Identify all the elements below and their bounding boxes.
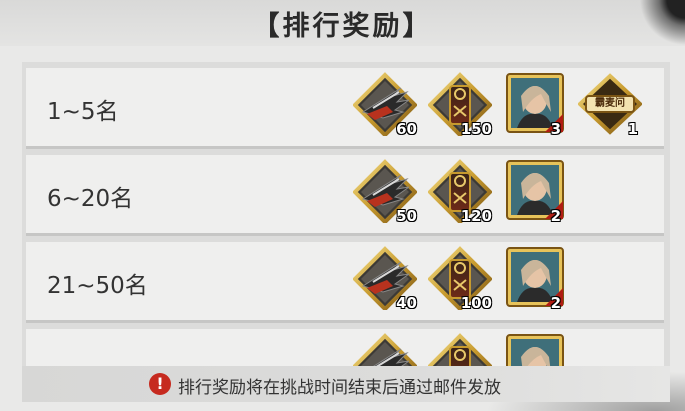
warning-icon: ! — [149, 373, 171, 395]
claw-weapon-icon[interactable] — [353, 333, 417, 367]
reward-count: 120 — [460, 207, 492, 225]
claw-weapon-icon[interactable]: 50 — [353, 159, 417, 227]
reward-row-3: 21~50名 40 100 2 — [26, 242, 664, 323]
rank-label: 6~20名 — [47, 186, 134, 212]
reward-count: 40 — [396, 294, 417, 312]
reward-row-partial — [26, 329, 664, 367]
scroll-token-icon[interactable]: 120 — [428, 159, 492, 227]
scroll-token-icon[interactable]: 100 — [428, 246, 492, 314]
claw-weapon-icon[interactable]: 60 — [353, 72, 417, 140]
claw-weapon-icon[interactable]: 40 — [353, 246, 417, 314]
notice-bar: ! 排行奖励将在挑战时间结束后通过邮件发放 — [22, 366, 670, 402]
rank-label: 1~5名 — [47, 99, 119, 125]
reward-row-1: 1~5名 60 150 3 霸麦问 1 — [26, 68, 664, 149]
reward-count: 3 — [550, 120, 561, 138]
scroll-token-icon[interactable] — [428, 333, 492, 367]
reward-count: 100 — [460, 294, 492, 312]
badge-text: 霸麦问 — [595, 98, 625, 109]
reward-count: 60 — [396, 120, 417, 138]
rewards-list[interactable]: 1~5名 60 150 3 霸麦问 1 6~20名 50 120 2 21~50… — [22, 62, 670, 367]
reward-count: 2 — [550, 207, 561, 225]
character-portrait-icon[interactable]: 3 — [501, 72, 565, 140]
rank-label: 21~50名 — [47, 273, 148, 299]
character-portrait-icon[interactable] — [501, 333, 565, 367]
reward-row-2: 6~20名 50 120 2 — [26, 155, 664, 236]
page-title: 【排行奖励】 — [252, 11, 433, 42]
scroll-token-icon[interactable]: 150 — [428, 72, 492, 140]
character-portrait-icon[interactable]: 2 — [501, 246, 565, 314]
title-badge-icon[interactable]: 霸麦问 1 — [578, 72, 642, 140]
reward-count: 1 — [627, 120, 638, 138]
reward-count: 50 — [396, 207, 417, 225]
reward-count: 2 — [550, 294, 561, 312]
reward-count: 150 — [460, 120, 492, 138]
notice-text: 排行奖励将在挑战时间结束后通过邮件发放 — [178, 378, 501, 398]
character-portrait-icon[interactable]: 2 — [501, 159, 565, 227]
